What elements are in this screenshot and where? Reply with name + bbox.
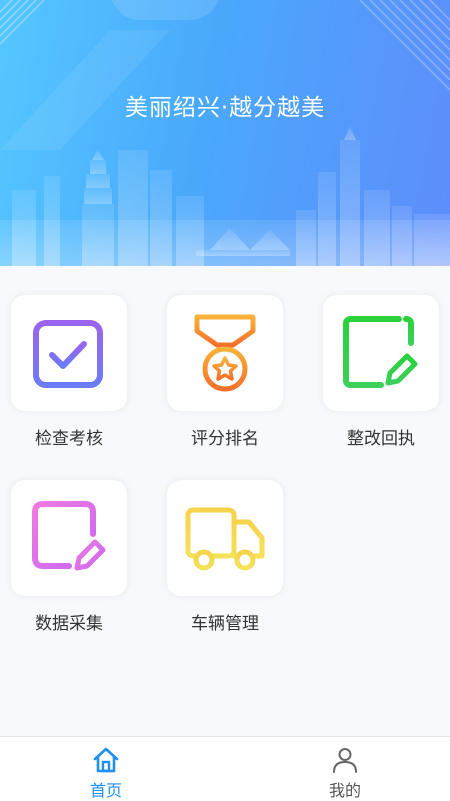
menu-tile-data-collection[interactable] <box>11 480 127 596</box>
menu-tile-rectification[interactable] <box>323 295 439 411</box>
menu-tile-ranking[interactable] <box>167 295 283 411</box>
city-skyline-illustration <box>0 0 450 266</box>
bottom-tab-bar: 首页 我的 <box>0 736 450 801</box>
menu-tile-inspection[interactable] <box>11 295 127 411</box>
medal-icon <box>194 314 256 392</box>
menu-label-inspection: 检查考核 <box>35 429 103 449</box>
text-edit-icon <box>343 316 418 388</box>
header-banner: 美丽绍兴·越分越美 <box>0 0 450 266</box>
document-edit-icon <box>32 501 106 571</box>
tab-mine[interactable]: 我的 <box>285 737 405 801</box>
tab-mine-label: 我的 <box>328 781 361 800</box>
truck-icon <box>185 507 265 571</box>
menu-label-vehicle-management: 车辆管理 <box>191 614 259 634</box>
home-icon <box>93 747 119 773</box>
tab-home-label: 首页 <box>89 781 122 800</box>
slogan-text: 美丽绍兴·越分越美 <box>124 95 326 121</box>
calendar-check-icon <box>33 314 103 388</box>
tab-home[interactable]: 首页 <box>46 737 166 801</box>
menu-label-data-collection: 数据采集 <box>35 614 103 634</box>
menu-label-rectification: 整改回执 <box>347 429 415 449</box>
menu-label-ranking: 评分排名 <box>191 429 259 449</box>
user-icon <box>333 748 357 773</box>
menu-tile-vehicle-management[interactable] <box>167 480 283 596</box>
feature-menu-grid: 检查考核 评分排名 整改回执 数据采集 车辆管理 <box>0 266 450 736</box>
